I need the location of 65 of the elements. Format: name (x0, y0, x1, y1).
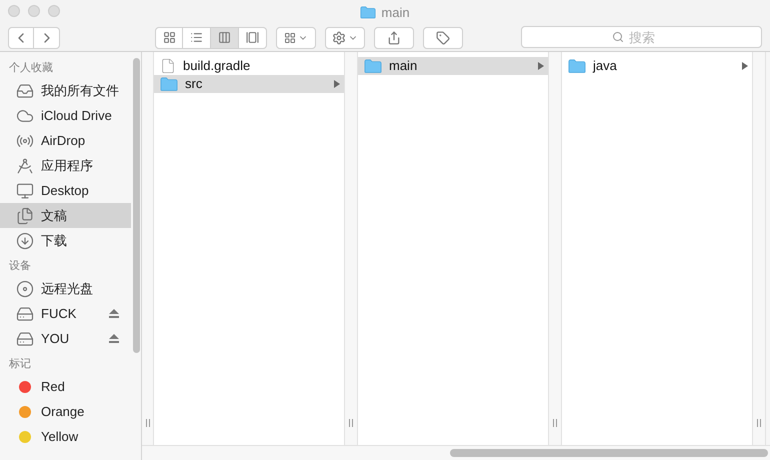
column-view-icon (218, 31, 231, 44)
sidebar-item[interactable]: 下载 (0, 228, 131, 253)
inbox-icon (16, 82, 34, 100)
sidebar-item[interactable]: iCloud Drive (0, 103, 131, 128)
compass-icon (16, 156, 34, 174)
file-row[interactable]: main (358, 57, 548, 75)
gear-icon (332, 30, 346, 44)
sidebar-item[interactable]: 我的所有文件 (0, 78, 131, 103)
disclosure-arrow-icon (334, 80, 340, 88)
cover-flow-button[interactable] (239, 26, 267, 48)
download-icon (16, 232, 34, 250)
file-row[interactable]: build.gradle (154, 57, 344, 75)
tag-button[interactable] (423, 26, 463, 48)
column-view-button[interactable] (211, 26, 239, 48)
sidebar-item[interactable]: Desktop (0, 178, 131, 203)
disc-icon (16, 280, 34, 298)
list-view-button[interactable] (183, 26, 211, 48)
file-row[interactable]: src (154, 75, 344, 93)
sidebar-item[interactable]: 应用程序 (0, 153, 131, 178)
column-resize-handle[interactable] (553, 419, 557, 427)
action-button[interactable] (325, 26, 365, 48)
disclosure-arrow-icon (742, 62, 748, 70)
sidebar-item[interactable]: AirDrop (0, 128, 131, 153)
eject-icon[interactable] (109, 334, 119, 343)
arrange-button[interactable] (276, 26, 316, 48)
share-button[interactable] (374, 26, 414, 48)
horizontal-scrollbar-thumb[interactable] (450, 449, 768, 457)
sidebar-section-title: 个人收藏 (8, 60, 54, 76)
share-icon (387, 30, 401, 44)
title-folder-icon (360, 6, 376, 20)
forward-button[interactable] (34, 26, 60, 48)
search-field[interactable]: 搜索 (521, 26, 762, 48)
grid-icon (284, 32, 296, 44)
monitor-icon (16, 182, 34, 200)
icon-view-button[interactable] (155, 26, 183, 48)
cover-flow-icon (246, 31, 259, 44)
disclosure-arrow-icon (538, 62, 544, 70)
search-icon (612, 30, 624, 42)
sidebar-item[interactable]: YOU (0, 326, 131, 351)
window-title: main (381, 4, 410, 22)
icon-view-icon (162, 31, 176, 44)
drive-icon (16, 330, 34, 348)
sidebar-item[interactable]: Yellow (0, 424, 131, 449)
folder-icon (160, 76, 178, 92)
sidebar-item[interactable]: FUCK (0, 301, 131, 326)
eject-icon[interactable] (109, 309, 119, 318)
file-icon (160, 58, 176, 74)
column-resize-handle[interactable] (757, 419, 761, 427)
tag-icon (436, 30, 450, 44)
sidebar-item[interactable]: 文稿 (0, 203, 131, 228)
file-row[interactable]: java (562, 57, 752, 75)
column-resize-handle[interactable] (146, 419, 150, 427)
sidebar-section-title: 设备 (8, 258, 32, 274)
sidebar-item[interactable]: Red (0, 374, 131, 399)
back-button[interactable] (8, 26, 34, 48)
folder-icon (568, 58, 586, 74)
scrollbar-thumb[interactable] (132, 58, 140, 353)
sidebar-item[interactable]: 远程光盘 (0, 276, 131, 301)
drive-icon (16, 304, 34, 322)
sidebar-item[interactable]: Orange (0, 399, 131, 424)
list-view-icon (190, 31, 203, 44)
folder-icon (364, 58, 382, 74)
column-resize-handle[interactable] (349, 419, 353, 427)
documents-icon (16, 206, 34, 224)
sidebar-section-title: 标记 (8, 356, 32, 372)
